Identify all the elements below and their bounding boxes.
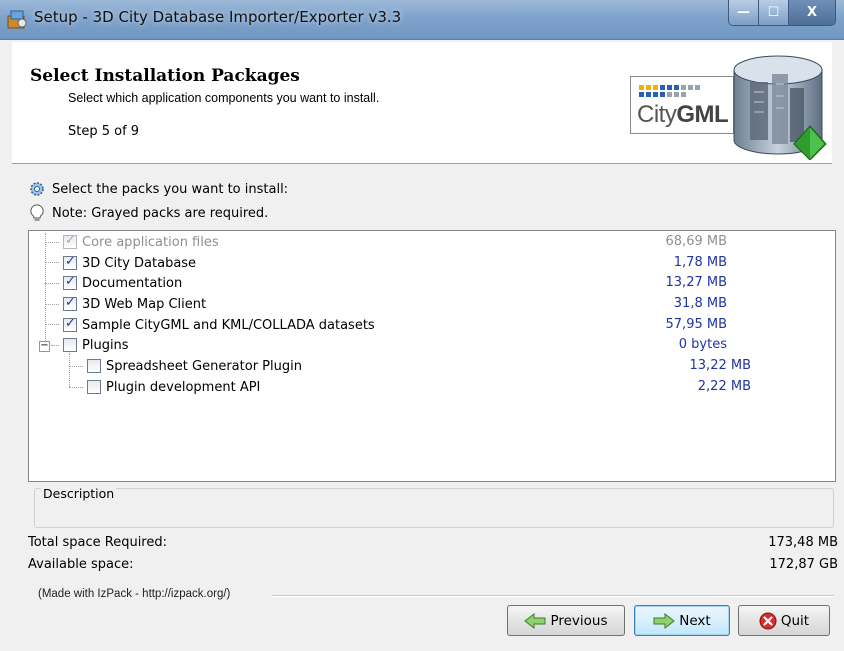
pack-plugin-development-api[interactable]: Plugin development API xyxy=(87,377,260,397)
close-button[interactable]: X xyxy=(789,0,835,25)
pack-label: 3D City Database xyxy=(82,255,197,271)
pack-label: Spreadsheet Generator Plugin xyxy=(106,358,302,374)
plugins-collapse-toggle[interactable]: − xyxy=(39,341,50,352)
quit-button[interactable]: Quit xyxy=(738,605,830,636)
maximize-button[interactable]: ☐ xyxy=(759,0,789,25)
tree-line xyxy=(45,233,46,347)
space-required-label: Total space Required: xyxy=(28,535,168,550)
minimize-button[interactable]: — xyxy=(729,0,759,25)
pack-label: Sample CityGML and KML/COLLADA datasets xyxy=(82,317,375,333)
grayed-packs-text: Note: Grayed packs are required. xyxy=(52,205,269,221)
pack-sample-datasets[interactable]: Sample CityGML and KML/COLLADA datasets xyxy=(63,315,375,335)
space-available-row: Available space: 172,87 GB xyxy=(28,557,838,572)
pack-size: 13,22 MB xyxy=(689,358,751,373)
arrow-left-icon xyxy=(524,612,546,629)
page-title: Select Installation Packages xyxy=(30,66,300,86)
pack-core-application-files[interactable]: Core application files xyxy=(63,232,219,252)
setup-app-icon xyxy=(7,10,27,29)
pack-spreadsheet-generator-plugin[interactable]: Spreadsheet Generator Plugin xyxy=(87,356,302,376)
description-box: Description xyxy=(34,486,834,528)
logo-dots-icon xyxy=(639,85,700,97)
space-available-value: 172,87 GB xyxy=(769,557,838,572)
window-title: Setup - 3D City Database Importer/Export… xyxy=(34,8,402,26)
tree-line xyxy=(69,353,70,387)
core-files-checkbox xyxy=(63,233,77,249)
plugin-api-checkbox[interactable] xyxy=(87,380,101,394)
sample-datasets-checkbox[interactable] xyxy=(63,316,77,332)
tree-line xyxy=(45,304,59,305)
pack-size: 57,95 MB xyxy=(665,317,727,332)
citygml-logo: CityGML xyxy=(630,76,734,134)
gear-icon xyxy=(30,182,44,196)
space-required-value: 173,48 MB xyxy=(768,535,838,550)
window-controls: — ☐ X xyxy=(728,0,836,26)
tree-line xyxy=(45,283,59,284)
tree-line xyxy=(51,345,59,346)
space-available-label: Available space: xyxy=(28,557,134,572)
spreadsheet-plugin-checkbox[interactable] xyxy=(87,359,101,373)
tree-line xyxy=(45,324,59,325)
select-packs-note: Select the packs you want to install: xyxy=(28,180,288,198)
pack-label: Plugin development API xyxy=(106,379,261,395)
tree-line xyxy=(69,387,83,388)
pack-size: 1,78 MB xyxy=(673,255,727,270)
previous-button[interactable]: Previous xyxy=(507,605,625,636)
pack-documentation[interactable]: Documentation xyxy=(63,273,182,293)
pack-3d-city-database[interactable]: 3D City Database xyxy=(63,253,196,273)
select-packs-text: Select the packs you want to install: xyxy=(52,181,289,197)
pack-plugins[interactable]: Plugins xyxy=(63,335,129,355)
tree-line xyxy=(69,366,83,367)
documentation-checkbox[interactable] xyxy=(63,274,77,290)
packs-tree[interactable]: − Core application files 68,69 MB 3D Cit… xyxy=(28,230,836,482)
tree-line xyxy=(45,262,59,263)
description-label: Description xyxy=(41,486,117,501)
pack-size: 68,69 MB xyxy=(665,234,727,249)
pack-label: Plugins xyxy=(82,337,129,353)
pack-label: Documentation xyxy=(82,275,183,291)
quit-x-icon xyxy=(759,612,777,629)
lightbulb-icon xyxy=(30,204,44,221)
pack-3d-web-map-client[interactable]: 3D Web Map Client xyxy=(63,294,206,314)
pack-size: 2,22 MB xyxy=(697,379,751,394)
footer-divider xyxy=(272,595,834,597)
made-with-izpack: (Made with IzPack - http://izpack.org/) xyxy=(38,588,231,600)
next-button[interactable]: Next xyxy=(634,605,730,636)
window-titlebar[interactable]: Setup - 3D City Database Importer/Export… xyxy=(0,0,844,40)
pack-label: Core application files xyxy=(82,234,219,250)
3d-city-database-checkbox[interactable] xyxy=(63,254,77,270)
pack-size: 0 bytes xyxy=(678,337,727,352)
quit-label: Quit xyxy=(780,612,810,629)
header-panel: Select Installation Packages Select whic… xyxy=(12,42,832,164)
database-cylinder-icon xyxy=(733,55,827,160)
previous-label: Previous xyxy=(550,612,608,629)
arrow-right-icon xyxy=(653,612,676,629)
pack-label: 3D Web Map Client xyxy=(82,296,207,312)
step-indicator: Step 5 of 9 xyxy=(68,124,140,139)
next-label: Next xyxy=(679,612,711,629)
tree-line xyxy=(45,242,59,243)
pack-size: 13,27 MB xyxy=(665,275,727,290)
page-subtitle: Select which application components you … xyxy=(68,91,380,105)
3d-web-map-client-checkbox[interactable] xyxy=(63,295,77,311)
pack-size: 31,8 MB xyxy=(673,296,727,311)
plugins-checkbox[interactable] xyxy=(63,338,77,352)
grayed-packs-note: Note: Grayed packs are required. xyxy=(28,204,268,222)
logo-wordmark: CityGML xyxy=(637,101,729,128)
space-required-row: Total space Required: 173,48 MB xyxy=(28,535,838,550)
